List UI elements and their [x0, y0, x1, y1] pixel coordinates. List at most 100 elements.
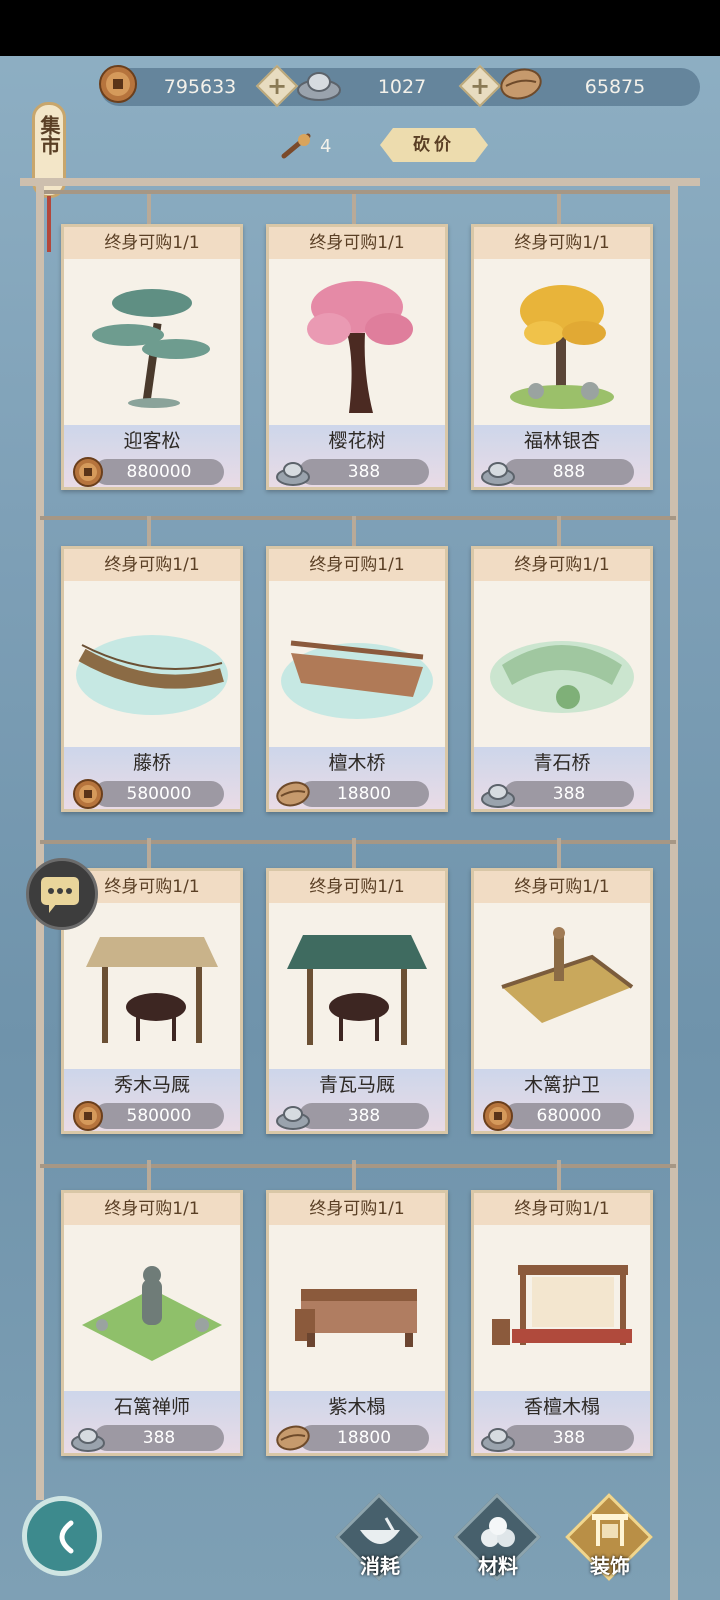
item-card[interactable]: 终身可购1/1 藤桥 580000: [61, 546, 243, 812]
card-hook: [557, 516, 561, 546]
item-price: 388: [347, 1106, 381, 1126]
purchase-limit: 终身可购1/1: [309, 233, 405, 253]
item-card[interactable]: 终身可购1/1 香檀木榻 388: [471, 1190, 653, 1456]
item-art-wood-couch: [277, 1229, 437, 1385]
item-card[interactable]: 终身可购1/1 青瓦马厩 388: [266, 868, 448, 1134]
tab-decorations-label: 装饰: [590, 1554, 630, 1578]
card-hook: [147, 194, 151, 224]
purchase-limit: 终身可购1/1: [514, 877, 610, 897]
back-button[interactable]: [22, 1496, 102, 1576]
back-arrow-icon: [59, 1520, 74, 1554]
frame-right-pole: [670, 180, 678, 1600]
tab-consumables[interactable]: 消耗: [335, 1493, 424, 1584]
item-price: 388: [552, 1428, 586, 1448]
card-hook: [147, 838, 151, 868]
bargain-count: 4: [320, 136, 332, 157]
chat-button[interactable]: [26, 858, 98, 930]
card-hook: [352, 194, 356, 224]
card-hook: [352, 516, 356, 546]
purchase-limit: 终身可购1/1: [309, 1199, 405, 1219]
copper-coin-value: 795633: [163, 76, 237, 98]
tab-decorations[interactable]: 装饰: [565, 1493, 654, 1584]
item-card[interactable]: 终身可购1/1 檀木桥 18800: [266, 546, 448, 812]
item-name: 檀木桥: [328, 752, 386, 774]
purchase-limit: 终身可购1/1: [514, 555, 610, 575]
purchase-limit: 终身可购1/1: [514, 233, 610, 253]
frame-shelf-3: [40, 1164, 676, 1168]
purchase-limit: 终身可购1/1: [104, 233, 200, 253]
frame-top-beam-inner: [40, 190, 676, 194]
item-art-rope-bridge: [72, 585, 232, 741]
copper-coin-icon: [70, 777, 106, 811]
plus-icon: +: [469, 72, 491, 100]
item-name: 木篱护卫: [523, 1074, 600, 1096]
frame-shelf-2: [40, 840, 676, 844]
silver-ingot-icon: [480, 1421, 516, 1455]
market-screen: 795633 + 1027 + 65875 集市 4 砍价 终身可购1/1 迎客松…: [0, 0, 720, 1600]
copper-coin-icon: [99, 65, 137, 103]
purchase-limit: 终身可购1/1: [309, 555, 405, 575]
shell-icon: [500, 68, 542, 100]
item-art-fence-guard: [482, 907, 642, 1063]
silver-ingot-icon: [70, 1421, 106, 1455]
frame-shelf-1: [40, 516, 676, 520]
silver-ingot-icon: [275, 1099, 311, 1133]
item-card[interactable]: 终身可购1/1 迎客松 880000: [61, 224, 243, 490]
item-price: 18800: [336, 784, 392, 804]
decoration-icon: [592, 1514, 628, 1546]
purchase-limit: 终身可购1/1: [309, 877, 405, 897]
item-name: 青瓦马厩: [318, 1074, 395, 1096]
item-card[interactable]: 终身可购1/1 紫木榻 18800: [266, 1190, 448, 1456]
purchase-limit: 终身可购1/1: [104, 1199, 200, 1219]
silver-ingot-value: 1027: [377, 76, 427, 98]
purchase-limit: 终身可购1/1: [514, 1199, 610, 1219]
item-name: 青石桥: [533, 752, 591, 774]
item-art-pine-tree: [72, 263, 232, 419]
card-hook: [557, 1160, 561, 1190]
status-bar: [0, 0, 720, 56]
item-card[interactable]: 终身可购1/1 石篱禅师 388: [61, 1190, 243, 1456]
tab-consumables-label: 消耗: [360, 1554, 400, 1578]
item-art-stone-zen: [72, 1229, 232, 1385]
tassel-ornament: [47, 196, 51, 252]
bargain-button[interactable]: 砍价: [380, 128, 488, 162]
chat-icon: [41, 877, 79, 913]
material-icon: [481, 1517, 515, 1547]
shell-value: 65875: [584, 76, 646, 98]
item-card[interactable]: 终身可购1/1 青石桥 388: [471, 546, 653, 812]
item-name: 福林银杏: [523, 430, 600, 452]
silver-ingot-icon: [297, 72, 341, 101]
purchase-limit: 终身可购1/1: [104, 555, 200, 575]
item-art-tile-stable: [277, 907, 437, 1063]
knife-icon: [281, 133, 311, 159]
item-art-canopy-bed: [482, 1229, 642, 1385]
bargain-button-label: 砍价: [413, 135, 455, 155]
item-price: 880000: [126, 462, 192, 482]
card-hook: [147, 516, 151, 546]
tab-materials-label: 材料: [478, 1554, 518, 1578]
frame-top-beam: [20, 178, 700, 186]
item-art-cherry-tree: [277, 263, 437, 419]
silver-ingot-icon: [480, 455, 516, 489]
item-card[interactable]: 终身可购1/1 福林银杏 888: [471, 224, 653, 490]
item-name: 石篱禅师: [113, 1396, 190, 1418]
item-art-wood-stable: [72, 907, 232, 1063]
item-art-ginkgo-tree: [482, 263, 642, 419]
item-card[interactable]: 终身可购1/1 樱花树 388: [266, 224, 448, 490]
card-hook: [557, 838, 561, 868]
item-card[interactable]: 终身可购1/1 木篱护卫 680000: [471, 868, 653, 1134]
item-price: 388: [552, 784, 586, 804]
shell-icon: [275, 1421, 311, 1455]
card-hook: [352, 1160, 356, 1190]
item-price: 680000: [536, 1106, 602, 1126]
item-price: 388: [347, 462, 381, 482]
item-art-stone-bridge: [482, 585, 642, 741]
tab-materials[interactable]: 材料: [453, 1493, 542, 1584]
copper-coin-icon: [70, 455, 106, 489]
copper-coin-icon: [480, 1099, 516, 1133]
silver-ingot-icon: [275, 455, 311, 489]
bowl-icon: [360, 1517, 400, 1544]
item-name: 秀木马厩: [113, 1074, 190, 1096]
shell-icon: [275, 777, 311, 811]
item-price: 388: [142, 1428, 176, 1448]
